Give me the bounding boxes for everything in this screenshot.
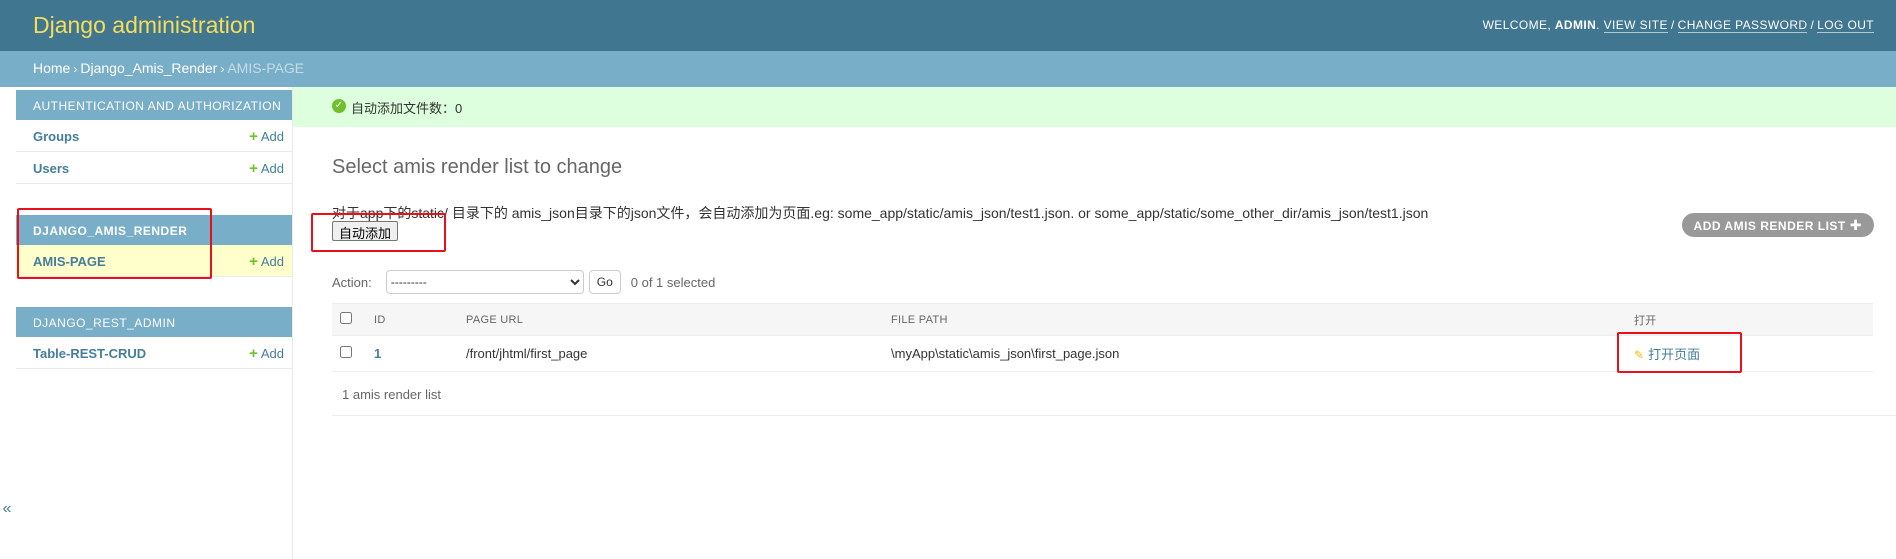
welcome-text: Welcome, [1482, 18, 1552, 32]
success-message-text: 自动添加文件数：0 [351, 101, 463, 116]
module-auth: Authentication and Authorization Groups … [16, 90, 292, 184]
model-link-table-rest-crud[interactable]: Table-REST-CRUD [33, 346, 146, 361]
add-table-rest-crud-button[interactable]: + Add [249, 345, 284, 362]
check-circle-icon: ✓ [332, 99, 346, 113]
success-message: ✓ 自动添加文件数：0 [293, 87, 1896, 127]
change-password-link[interactable]: Change password [1677, 18, 1808, 33]
sidebar-item-table-rest-crud[interactable]: Table-REST-CRUD + Add [16, 337, 292, 369]
breadcrumb-separator-icon: › [73, 62, 78, 76]
annotation-box-open-page [1617, 332, 1742, 373]
user-tools: Welcome, admin. View site / Change passwor… [1482, 18, 1874, 33]
add-label: Add [260, 254, 284, 269]
sidebar-item-users[interactable]: Users + Add [16, 152, 292, 184]
username: admin [1554, 18, 1597, 32]
action-bar: Action: --------- Go 0 of 1 selected [332, 268, 715, 296]
plus-icon: + [249, 160, 258, 177]
page-title: Select amis render list to change [332, 156, 623, 178]
module-rest-admin: DJANGO_REST_ADMIN Table-REST-CRUD + Add [16, 307, 292, 369]
paginator: 1 amis render list [332, 378, 1896, 416]
action-label: Action: [332, 274, 372, 290]
file-path-cell: \myApp\static\amis_json\first_page.json [883, 335, 1626, 372]
column-header-file-path[interactable]: File path [883, 303, 1626, 336]
add-label: Add [260, 129, 284, 144]
breadcrumb-separator-icon: › [220, 62, 225, 76]
plus-icon: + [249, 253, 258, 270]
intro-text: 对于app下的static/ 目录下的 amis_json目录下的json文件，… [332, 205, 1429, 221]
table-header-row: ID Page URL File path 打开 [332, 303, 1873, 336]
column-header-open: 打开 [1626, 303, 1873, 336]
module-caption-auth[interactable]: Authentication and Authorization [16, 90, 292, 120]
id-cell: 1 [366, 335, 458, 372]
sidebar-item-groups[interactable]: Groups + Add [16, 120, 292, 152]
plus-icon: + [249, 128, 258, 145]
row-checkbox-cell [332, 335, 366, 372]
header: Django administration Welcome, admin. Vi… [0, 0, 1896, 51]
page-url-cell: /front/jhtml/first_page [458, 335, 883, 372]
action-select[interactable]: --------- [385, 270, 584, 294]
annotation-box-auto-add [311, 213, 446, 252]
annotation-box-sidebar [17, 208, 212, 279]
breadcrumb-home[interactable]: Home [33, 60, 70, 76]
site-branding[interactable]: Django administration [33, 12, 255, 39]
nav-sidebar: Authentication and Authorization Groups … [16, 87, 293, 559]
plus-icon: + [249, 345, 258, 362]
row-id-link[interactable]: 1 [374, 346, 381, 361]
go-button[interactable]: Go [588, 270, 621, 294]
column-header-page-url[interactable]: Page URL [458, 303, 883, 336]
add-groups-button[interactable]: + Add [249, 128, 284, 145]
model-link-groups[interactable]: Groups [33, 129, 79, 144]
log-out-link[interactable]: Log out [1817, 18, 1874, 33]
add-amis-page-button[interactable]: + Add [249, 253, 284, 270]
column-header-id[interactable]: ID [366, 303, 458, 336]
breadcrumb-app[interactable]: Django_Amis_Render [80, 60, 217, 76]
row-select-checkbox[interactable] [340, 346, 352, 358]
breadcrumb: Home › Django_Amis_Render › AMIS-PAGE [0, 51, 1896, 87]
add-amis-render-list-label: Add amis render list [1693, 219, 1846, 233]
plus-icon: ✚ [1849, 217, 1862, 233]
breadcrumb-current: AMIS-PAGE [227, 60, 305, 76]
select-all-checkbox[interactable] [340, 312, 352, 324]
model-link-users[interactable]: Users [33, 161, 69, 176]
add-label: Add [260, 346, 284, 361]
view-site-link[interactable]: View site [1603, 18, 1668, 33]
add-users-button[interactable]: + Add [249, 160, 284, 177]
add-label: Add [260, 161, 284, 176]
toggle-nav-sidebar-button[interactable]: « [0, 500, 14, 524]
add-amis-render-list-button[interactable]: Add amis render list ✚ [1681, 213, 1874, 237]
selected-count: 0 of 1 selected [630, 274, 716, 290]
module-caption-rest-admin[interactable]: DJANGO_REST_ADMIN [16, 307, 292, 337]
select-all-header [332, 303, 366, 336]
